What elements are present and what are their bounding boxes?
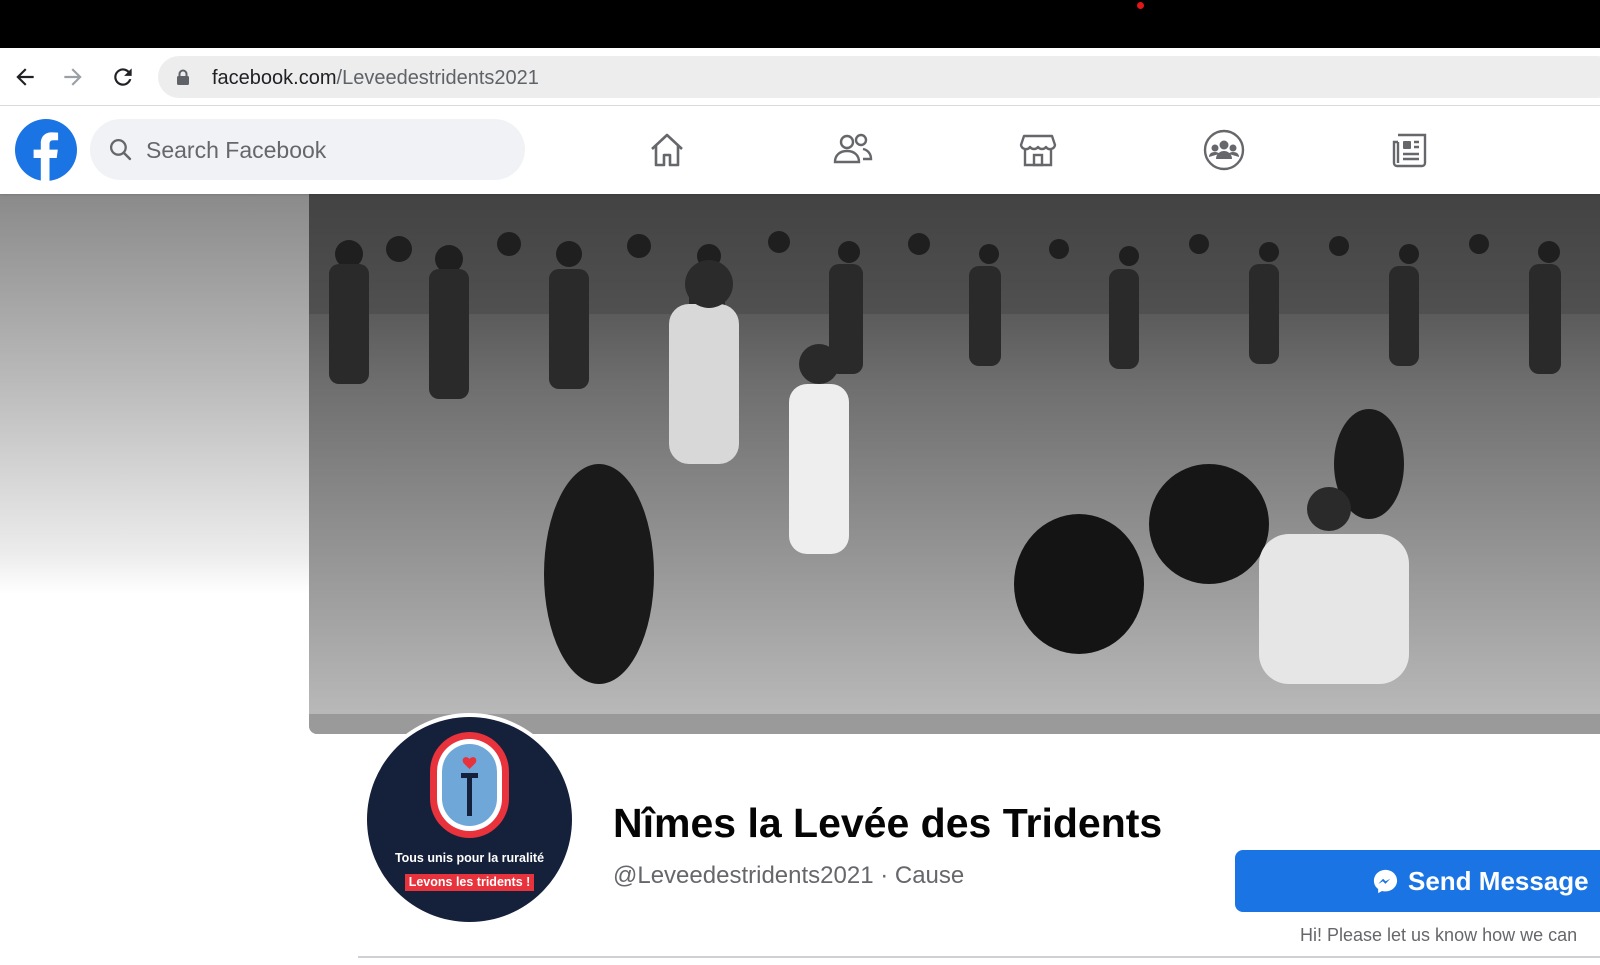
cover-photo-image [309,194,1600,734]
nav-home[interactable] [643,126,691,174]
trident-badge-icon [430,732,509,838]
address-bar[interactable]: facebook.com/Leveedestridents2021 [158,56,1600,98]
section-divider [358,956,1600,958]
facebook-header: Search Facebook [0,106,1600,194]
reload-icon [114,68,132,86]
home-icon [651,133,683,167]
url-text: facebook.com/Leveedestridents2021 [212,67,539,89]
cover-photo[interactable] [309,194,1600,734]
news-icon [1392,133,1427,168]
arrow-right-icon [64,68,82,86]
facebook-logo-icon[interactable] [15,119,77,181]
recording-indicator [1137,2,1144,9]
reload-button[interactable] [108,62,138,92]
search-icon [109,138,132,161]
avatar-tagline-highlight: Levons les tridents ! [405,874,534,891]
os-top-bar [0,0,1600,48]
nav-friends[interactable] [829,126,877,174]
lock-icon [177,69,189,85]
groups-icon [1203,129,1245,171]
page-title: Nîmes la Levée des Tridents [613,800,1163,846]
nav-news[interactable] [1386,126,1434,174]
forward-button[interactable] [58,62,88,92]
avatar-tagline: Tous unis pour la ruralité [394,851,545,865]
nav-marketplace[interactable] [1014,126,1062,174]
messenger-icon [1373,869,1398,894]
search-input[interactable]: Search Facebook [146,137,326,164]
browser-toolbar: facebook.com/Leveedestridents2021 [0,48,1600,106]
back-button[interactable] [10,62,40,92]
search-box[interactable]: Search Facebook [90,119,525,180]
page-handle: @Leveedestridents2021 · Cause [613,862,965,889]
send-message-button[interactable]: Send Message [1235,850,1600,912]
send-message-label: Send Message [1408,866,1589,896]
nav-groups[interactable] [1200,126,1248,174]
marketplace-icon [1019,134,1057,167]
page-avatar[interactable]: Tous unis pour la ruralité Levons les tr… [363,713,576,926]
avatar-logo: Tous unis pour la ruralité Levons les tr… [367,717,572,922]
friends-icon [833,133,873,164]
cover-side-gradient [0,194,310,594]
message-hint: Hi! Please let us know how we can [1300,925,1578,945]
arrow-left-icon [16,68,34,86]
